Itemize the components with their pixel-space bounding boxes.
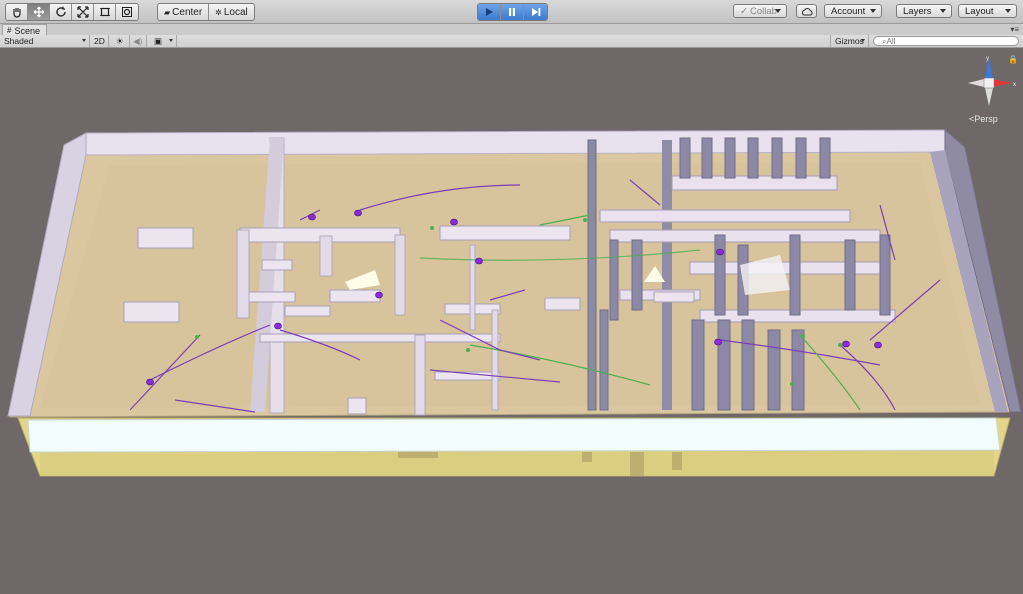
pivot-local-button[interactable]: ✲ Local (209, 4, 254, 20)
play-controls (477, 3, 548, 21)
mode-2d-toggle[interactable]: 2D (90, 35, 109, 47)
layout-dropdown[interactable]: Layout (958, 4, 1017, 18)
shading-mode-label: Shaded (4, 36, 34, 46)
pause-button[interactable] (501, 4, 524, 20)
scene-3d-render (7, 128, 1022, 477)
scale-tool-icon[interactable] (72, 4, 94, 20)
chevron-down-icon (940, 9, 946, 13)
lighting-toggle[interactable]: ☀ (113, 35, 130, 47)
tab-menu-icon[interactable]: ▾≡ (1010, 25, 1019, 34)
collab-dropdown[interactable]: ✓ Collab (733, 4, 787, 18)
account-label: Account (831, 5, 866, 17)
play-button[interactable] (478, 4, 501, 20)
gizmo-x-label: x (1013, 82, 1016, 88)
mode-2d-label: 2D (94, 36, 105, 46)
audio-toggle[interactable]: ◀) (130, 35, 147, 47)
cloud-button[interactable] (796, 4, 817, 18)
pivot-label: Center (172, 6, 203, 18)
pause-icon (509, 8, 515, 16)
layers-dropdown[interactable]: Layers (896, 4, 952, 18)
pivot-center-button[interactable]: ▰ Center (158, 4, 210, 20)
gizmos-dropdown[interactable]: Gizmos (830, 35, 869, 47)
chevron-down-icon (1005, 9, 1011, 13)
tab-scene-label: Scene (14, 25, 40, 36)
shading-mode-dropdown[interactable]: Shaded (0, 35, 90, 47)
play-icon (486, 8, 493, 16)
scene-search-input[interactable]: ⌕All (873, 36, 1019, 46)
transform-tool-icon[interactable] (116, 4, 138, 20)
chevron-down-icon (169, 39, 173, 42)
pivot-toggles: ▰ Center ✲ Local (157, 3, 255, 21)
layout-label: Layout (965, 5, 994, 17)
scene-viewport[interactable]: y x 🔒 <Persp (0, 48, 1023, 594)
sun-icon: ☀ (116, 36, 124, 46)
projection-label[interactable]: <Persp (969, 114, 998, 124)
rotate-tool-icon[interactable] (50, 4, 72, 20)
layers-label: Layers (903, 5, 932, 17)
move-tool-icon[interactable] (28, 4, 50, 20)
rect-tool-icon[interactable] (94, 4, 116, 20)
chevron-down-icon (82, 39, 86, 42)
transform-tools (5, 3, 139, 21)
scene-grid-icon: # (7, 25, 12, 35)
gizmo-y-label: y (986, 56, 989, 62)
gizmos-label: Gizmos (835, 36, 864, 46)
collab-label: Collab (749, 5, 777, 17)
image-icon: ▣ (154, 36, 163, 46)
local-icon: ✲ (215, 7, 222, 17)
main-toolbar: ▰ Center ✲ Local ✓ Collab Account Layers (0, 0, 1023, 24)
collab-check-icon: ✓ (740, 5, 748, 17)
chevron-down-icon (870, 9, 876, 13)
effects-dropdown[interactable]: ▣ (151, 35, 177, 47)
scene-tab-bar: # Scene ▾≡ (0, 24, 1023, 36)
space-label: Local (223, 6, 248, 18)
chevron-down-icon (775, 9, 781, 13)
cloud-icon (801, 7, 813, 15)
x-axis-cone (992, 79, 1012, 87)
account-dropdown[interactable]: Account (824, 4, 882, 18)
search-placeholder: All (886, 37, 896, 46)
scene-view-toolbar: Shaded 2D ☀ ◀) ▣ Gizmos ⌕All (0, 35, 1023, 48)
hand-tool-icon[interactable] (6, 4, 28, 20)
step-button[interactable] (524, 4, 547, 20)
persp-text: Persp (974, 114, 998, 124)
pivot-icon: ▰ (164, 7, 171, 17)
step-icon (531, 8, 540, 16)
lock-icon[interactable]: 🔒 (1008, 55, 1018, 64)
chevron-down-icon (861, 39, 865, 42)
speaker-icon: ◀) (133, 36, 143, 46)
